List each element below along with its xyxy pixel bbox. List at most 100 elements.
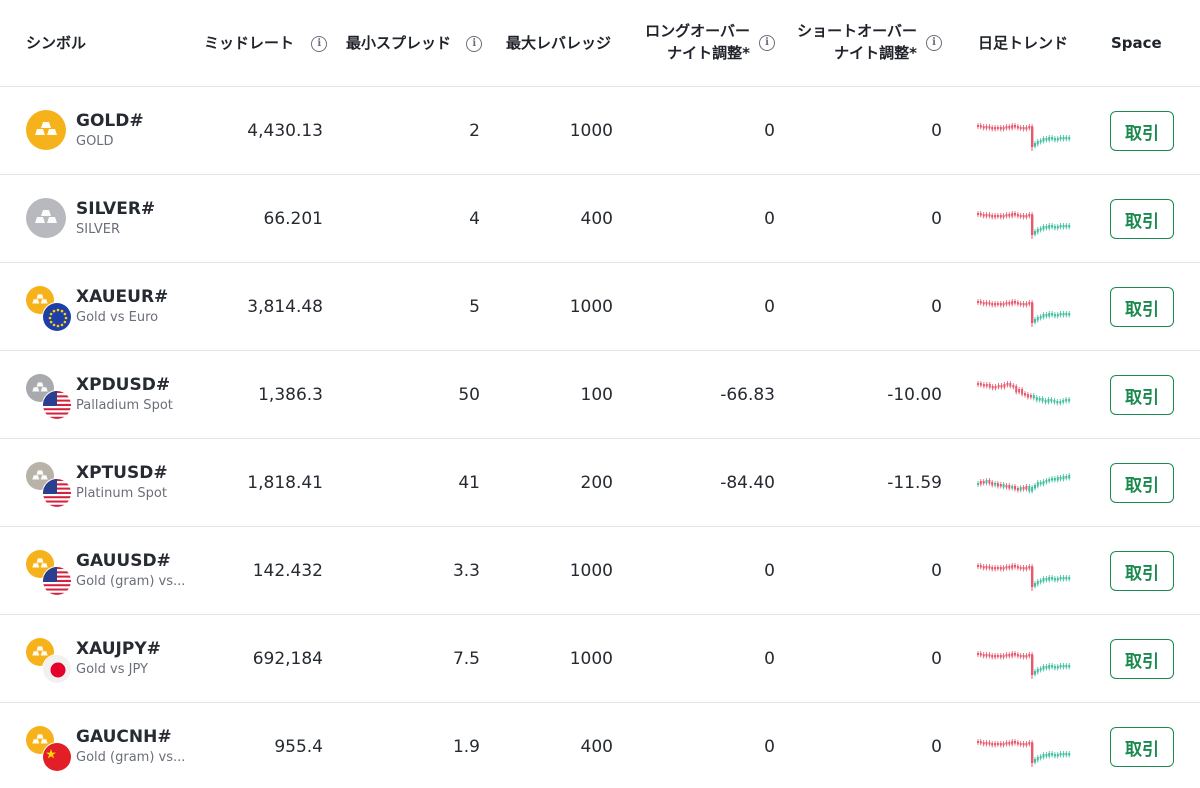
trade-button[interactable]: 取引 [1110, 639, 1174, 679]
symbol-code: GOLD# [76, 111, 144, 131]
header-symbol[interactable]: シンボル [26, 32, 86, 54]
short-swap-value: 0 [931, 209, 942, 229]
symbol-description: Gold vs Euro [76, 310, 159, 325]
symbol-cell[interactable]: XAUJPY# Gold vs JPY [26, 615, 196, 703]
symbol-cell[interactable]: XPDUSD# Palladium Spot [26, 351, 196, 439]
header-max-leverage[interactable]: 最大レバレッジ [506, 32, 611, 54]
header-short-swap[interactable]: ショートオーバー ナイト調整* [780, 20, 917, 64]
daily-trend-sparkline [975, 281, 1073, 333]
symbol-description: Gold (gram) vs... [76, 750, 186, 765]
max-leverage-value: 400 [580, 209, 613, 229]
table-row[interactable]: XPTUSD# Platinum Spot 1,818.41 41 200 -84.40 -… [0, 439, 1200, 527]
symbol-code: XAUEUR# [76, 287, 169, 307]
header-space: Space [1111, 34, 1162, 52]
table-row[interactable]: SILVER# SILVER 66.201 4 400 0 0 取引 [0, 175, 1200, 263]
max-leverage-value: 1000 [569, 561, 613, 581]
trade-button[interactable]: 取引 [1110, 463, 1174, 503]
trade-button[interactable]: 取引 [1110, 551, 1174, 591]
mid-rate-value: 142.432 [252, 561, 323, 581]
max-leverage-value: 400 [580, 737, 613, 757]
min-spread-value: 3.3 [452, 561, 480, 581]
short-swap-value: 0 [931, 561, 942, 581]
daily-trend-sparkline [975, 193, 1073, 245]
flag-icon-us [42, 478, 72, 508]
min-spread-value: 2 [469, 121, 480, 141]
symbol-code: GAUUSD# [76, 551, 171, 571]
short-swap-value: 0 [931, 297, 942, 317]
header-long-swap[interactable]: ロングオーバー ナイト調整* [628, 20, 750, 64]
mid-rate-value: 66.201 [263, 209, 323, 229]
min-spread-value: 41 [458, 473, 480, 493]
max-leverage-value: 1000 [569, 649, 613, 669]
mid-rate-value: 1,818.41 [247, 473, 323, 493]
min-spread-value: 50 [458, 385, 480, 405]
symbol-description: Gold vs JPY [76, 662, 148, 677]
min-spread-value: 7.5 [452, 649, 480, 669]
mid-rate-value: 3,814.48 [247, 297, 323, 317]
daily-trend-sparkline [975, 105, 1073, 157]
symbol-cell[interactable]: GAUUSD# Gold (gram) vs... [26, 527, 196, 615]
symbol-cell[interactable]: GOLD# GOLD [26, 87, 196, 175]
info-icon[interactable]: i [311, 35, 328, 52]
flag-icon-us [42, 390, 72, 420]
symbol-cell[interactable]: SILVER# SILVER [26, 175, 196, 263]
min-spread-value: 4 [469, 209, 480, 229]
symbol-description: GOLD [76, 134, 114, 149]
max-leverage-value: 200 [580, 473, 613, 493]
min-spread-value: 1.9 [452, 737, 480, 757]
gold-bars-icon [26, 110, 66, 150]
table-row[interactable]: XPDUSD# Palladium Spot 1,386.3 50 100 -66.83 -… [0, 351, 1200, 439]
table-row[interactable]: GAUUSD# Gold (gram) vs... 142.432 3.3 1000 0 0… [0, 527, 1200, 615]
symbol-icon [26, 198, 68, 240]
symbol-icon [26, 550, 72, 596]
daily-trend-sparkline [975, 545, 1073, 597]
symbol-code: GAUCNH# [76, 727, 172, 747]
max-leverage-value: 1000 [569, 121, 613, 141]
short-swap-value: 0 [931, 649, 942, 669]
flag-icon-eu [42, 302, 72, 332]
daily-trend-sparkline [975, 457, 1073, 509]
symbol-icon [26, 726, 72, 772]
short-swap-value: 0 [931, 737, 942, 757]
trade-button[interactable]: 取引 [1110, 375, 1174, 415]
symbol-icon [26, 374, 72, 420]
min-spread-value: 5 [469, 297, 480, 317]
info-icon[interactable]: i [926, 35, 942, 51]
short-swap-value: 0 [931, 121, 942, 141]
daily-trend-sparkline [975, 721, 1073, 773]
max-leverage-value: 1000 [569, 297, 613, 317]
flag-icon-cn [42, 742, 72, 772]
symbol-icon [26, 110, 68, 152]
long-swap-value: 0 [764, 121, 775, 141]
symbol-icon [26, 638, 72, 684]
symbol-cell[interactable]: XPTUSD# Platinum Spot [26, 439, 196, 527]
daily-trend-sparkline [975, 369, 1073, 421]
trade-button[interactable]: 取引 [1110, 287, 1174, 327]
table-header: シンボル ミッドレート i 最小スプレッド i 最大レバレッジ ロングオーバー … [0, 0, 1200, 87]
header-daily-trend: 日足トレンド [978, 34, 1069, 52]
table-row[interactable]: GAUCNH# Gold (gram) vs... 955.4 1.9 400 0 0 取引 [0, 703, 1200, 788]
long-swap-value: 0 [764, 737, 775, 757]
long-swap-value: 0 [764, 561, 775, 581]
trade-button[interactable]: 取引 [1110, 199, 1174, 239]
symbol-table: シンボル ミッドレート i 最小スプレッド i 最大レバレッジ ロングオーバー … [0, 0, 1200, 788]
daily-trend-sparkline [975, 633, 1073, 685]
max-leverage-value: 100 [580, 385, 613, 405]
trade-button[interactable]: 取引 [1110, 727, 1174, 767]
trade-button[interactable]: 取引 [1110, 111, 1174, 151]
symbol-code: XAUJPY# [76, 639, 161, 659]
info-icon[interactable]: i [759, 35, 775, 51]
symbol-description: SILVER [76, 222, 121, 237]
info-icon[interactable]: i [466, 35, 483, 52]
table-row[interactable]: GOLD# GOLD 4,430.13 2 1000 0 0 取引 [0, 87, 1200, 175]
table-row[interactable]: XAUJPY# Gold vs JPY 692,184 7.5 1000 0 0 取引 [0, 615, 1200, 703]
long-swap-value: 0 [764, 209, 775, 229]
table-row[interactable]: XAUEUR# Gold vs Euro 3,814.48 5 1000 0 0 取引 [0, 263, 1200, 351]
header-mid-rate[interactable]: ミッドレート i [204, 32, 328, 54]
symbol-cell[interactable]: XAUEUR# Gold vs Euro [26, 263, 196, 351]
symbol-cell[interactable]: GAUCNH# Gold (gram) vs... [26, 703, 196, 788]
symbol-code: XPDUSD# [76, 375, 171, 395]
symbol-description: Gold (gram) vs... [76, 574, 186, 589]
short-swap-value: -10.00 [887, 385, 942, 405]
header-min-spread[interactable]: 最小スプレッド i [346, 32, 483, 54]
